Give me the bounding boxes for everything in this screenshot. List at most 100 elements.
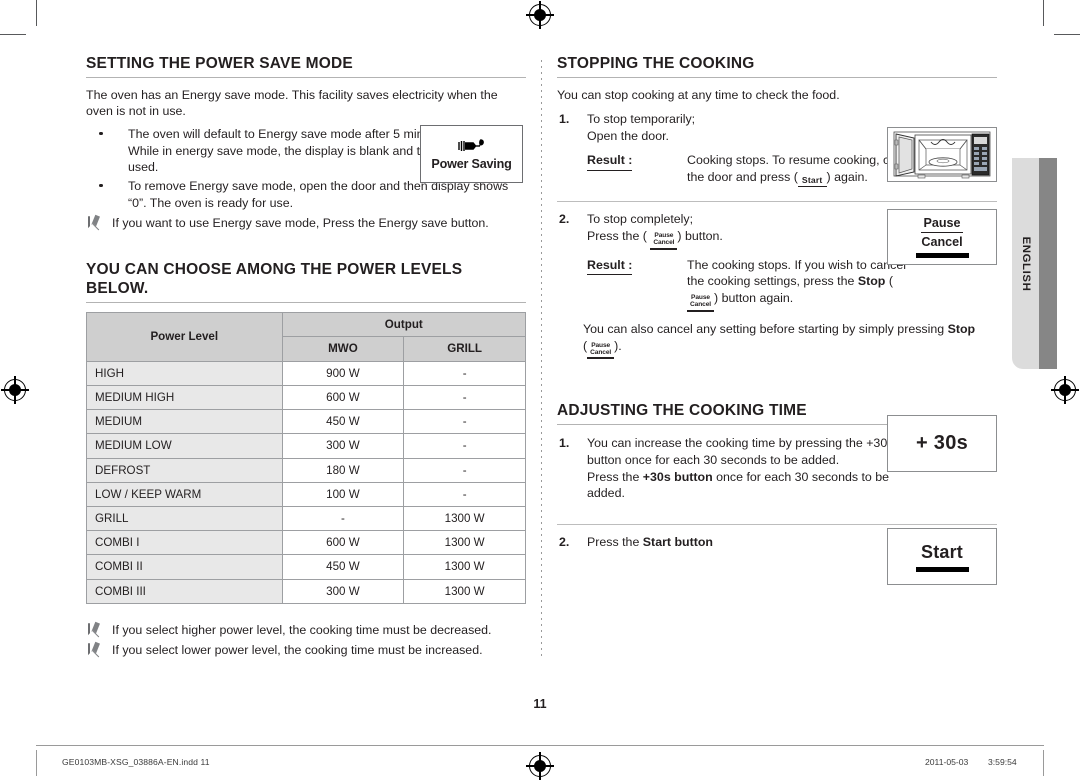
power-save-intro: The oven has an Energy save mode. This f…	[86, 87, 498, 119]
note-text: If you select higher power level, the co…	[112, 622, 492, 637]
cell-grill: -	[403, 433, 526, 459]
step-number: 1.	[559, 436, 570, 451]
step-text-2-pre: Press the	[587, 469, 640, 484]
cell-level: GRILL	[86, 505, 283, 532]
note-text-part-3: ).	[614, 338, 622, 353]
cell-mwo: 180 W	[281, 457, 405, 483]
table-row: GRILL -1300 W	[86, 505, 526, 532]
step-number: 2.	[559, 535, 570, 550]
stopping-intro: You can stop cooking at any time to chec…	[557, 87, 840, 102]
cell-grill: 1300 W	[403, 578, 526, 604]
step-number: 1.	[559, 112, 570, 127]
bullet-dot-icon	[99, 131, 103, 136]
cell-mwo: 300 W	[281, 578, 405, 604]
cell-grill: 1300 W	[403, 554, 526, 580]
note-text-part-1: You can also cancel any setting before s…	[583, 321, 945, 336]
pause-cancel-button-illustration: Pause Cancel	[887, 209, 997, 265]
heading-rule	[86, 76, 526, 78]
step-line-1: To stop completely;	[587, 212, 694, 227]
cell-mwo: 900 W	[281, 360, 405, 387]
cell-mwo: -	[281, 505, 405, 532]
table-header-row: Power Level Output	[86, 311, 527, 362]
crop-mark-top-right-h	[1054, 34, 1080, 35]
step-stop-temporarily: 1. To stop temporarily; Open the door. R…	[557, 111, 917, 188]
table-row: MEDIUM HIGH 600 W-	[86, 384, 526, 411]
button-underline-bar	[915, 566, 969, 572]
step-line-1: To stop temporarily;	[587, 112, 696, 127]
memo-note-icon	[88, 216, 90, 233]
th-power-level: Power Level	[86, 311, 283, 362]
heading-rule	[557, 76, 997, 78]
cell-grill: -	[403, 384, 526, 411]
manual-page: SETTING THE POWER SAVE MODE The oven has…	[0, 0, 1080, 782]
cell-mwo: 300 W	[281, 433, 405, 459]
power-saving-label: Power Saving	[431, 157, 512, 171]
cell-level: COMBI III	[86, 578, 283, 604]
step-text-1: You can increase the cooking time by pre…	[587, 436, 894, 467]
pause-cancel-key-glyph[interactable]: Pause Cancel	[587, 342, 615, 360]
cell-mwo: 100 W	[281, 481, 405, 507]
note-cancel-before-start: You can also cancel any setting before s…	[557, 321, 1023, 360]
cell-grill: -	[403, 360, 526, 387]
step-press-start: 2. Press the Start button	[557, 534, 907, 551]
footer-filename: GE0103MB-XSG_03886A-EN.indd 11	[62, 757, 210, 767]
cell-grill: 1300 W	[403, 505, 526, 532]
pause-cancel-label-block: Pause Cancel	[921, 216, 963, 250]
result-stop-bold: Stop	[857, 274, 886, 289]
cell-level: MEDIUM HIGH	[86, 384, 283, 411]
heading-stopping-cooking: STOPPING THE COOKING	[557, 55, 755, 72]
cell-grill: -	[403, 457, 526, 483]
step-line-2-post: ) button.	[677, 228, 723, 243]
result-text-part-2: ) again.	[826, 169, 868, 184]
power-level-table-body: HIGH 900 W- MEDIUM HIGH 600 W- MEDIUM 450 W…	[86, 360, 526, 604]
pause-cancel-key-glyph[interactable]: Pause Cancel	[687, 295, 715, 312]
cell-mwo: 600 W	[281, 384, 405, 411]
note-higher-power: If you select higher power level, the co…	[86, 622, 526, 639]
table-row: COMBI II 450 W 1300 W	[86, 554, 526, 580]
crop-mark-top-left-h	[0, 34, 26, 35]
note-stop-bold: Stop	[947, 321, 976, 336]
crop-mark-bottom-right-v	[1043, 750, 1044, 776]
step-line-2-pre: Press the (	[587, 228, 647, 243]
start-label: Start	[920, 541, 963, 562]
microwave-oven-door-open-icon	[893, 131, 991, 179]
plus30s-button-bold: +30s button	[642, 469, 713, 484]
power-saving-plug-leaf-icon	[457, 139, 484, 151]
plus30s-button-illustration: + 30s	[887, 415, 997, 472]
registration-mark-bottom	[526, 752, 554, 780]
pause-cancel-key-glyph[interactable]: Pause Cancel	[650, 232, 678, 250]
start-button-illustration: Start	[887, 528, 997, 585]
cell-level: DEFROST	[86, 457, 283, 483]
table-row: COMBI I 600 W 1300 W	[86, 530, 526, 556]
heading-power-levels: YOU CAN CHOOSE AMONG THE POWER LEVELS BE…	[86, 261, 463, 297]
table-row: MEDIUM LOW 300 W-	[86, 433, 526, 459]
step-line-2: Open the door.	[587, 129, 669, 144]
result-label: Result :	[587, 152, 633, 171]
registration-mark-top	[526, 1, 554, 29]
table-row: MEDIUM 450 W-	[86, 409, 526, 435]
cell-level: MEDIUM	[86, 409, 283, 435]
cell-mwo: 450 W	[281, 554, 405, 580]
result-label: Result :	[587, 257, 633, 276]
column-divider	[541, 60, 542, 660]
step-number: 2.	[559, 212, 570, 227]
cell-level: LOW / KEEP WARM	[86, 481, 283, 507]
cancel-label: Cancel	[921, 234, 963, 249]
result-text-part-2: (	[888, 274, 893, 289]
registration-mark-left	[1, 376, 29, 404]
note-lower-power: If you select lower power level, the coo…	[86, 642, 526, 660]
heading-rule	[86, 301, 526, 303]
cell-level: COMBI I	[86, 530, 283, 556]
pause-label: Pause	[921, 216, 963, 233]
result-stop-temporarily: Result : Cooking stops. To resume cookin…	[587, 152, 917, 188]
side-tab-english: ENGLISH	[1012, 158, 1039, 369]
result-stop-completely: Result : The cooking stops. If you wish …	[587, 257, 917, 312]
step-separator-rule	[557, 201, 997, 203]
start-key-glyph[interactable]: Start	[797, 175, 827, 188]
microwave-oven-illustration	[887, 127, 997, 182]
side-tab-dark-bar	[1039, 158, 1057, 369]
memo-note-icon	[88, 622, 90, 640]
cell-mwo: 450 W	[281, 409, 405, 435]
registration-mark-right	[1051, 376, 1079, 404]
cell-level: MEDIUM LOW	[86, 433, 283, 459]
